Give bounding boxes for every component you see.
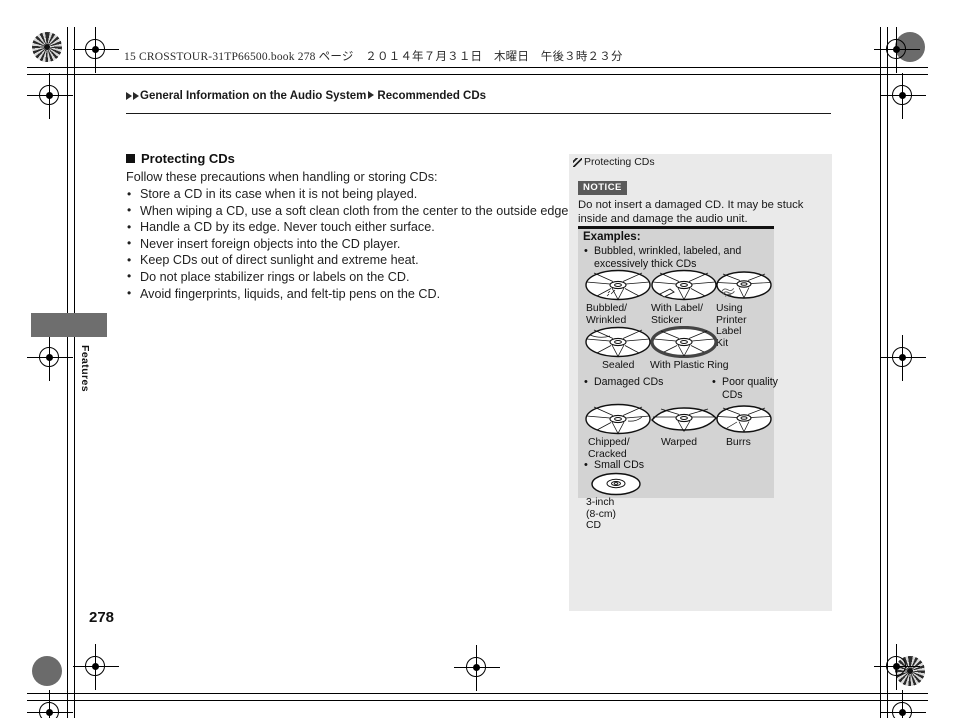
examples-group-label-small-cds: Small CDs: [583, 459, 644, 472]
registration-crosshair: [874, 644, 920, 690]
sidebar-title: Protecting CDs: [573, 156, 655, 168]
crop-mark: [74, 693, 880, 694]
list-item: When wiping a CD, use a soft clean cloth…: [126, 202, 596, 220]
crop-mark: [74, 74, 75, 700]
breadcrumb-arrow-icon: [126, 92, 132, 100]
registration-star-mark-top-left: [32, 32, 62, 62]
cd-illustration-bubbled: [585, 269, 651, 301]
breadcrumb-item-recommended-cds[interactable]: Recommended CDs: [377, 90, 486, 102]
list-item: Avoid fingerprints, liquids, and felt-ti…: [126, 285, 596, 303]
breadcrumb-arrow-icon: [133, 92, 139, 100]
cd-illustration-small-cd: [591, 472, 641, 496]
registration-crosshair: [73, 27, 119, 73]
precautions-list: Store a CD in its case when it is not be…: [126, 186, 596, 302]
breadcrumb-divider: [126, 113, 831, 114]
registration-crosshair: [874, 27, 920, 73]
caption-with-label-sticker: With Label/ Sticker: [651, 303, 703, 326]
caption-bubbled-wrinkled: Bubbled/ Wrinkled: [586, 303, 628, 326]
cd-illustration-printer-label-kit: [716, 271, 772, 299]
notice-block: NOTICE Do not insert a damaged CD. It ma…: [578, 177, 828, 227]
registration-crosshair: [880, 73, 926, 119]
list-item: Never insert foreign objects into the CD…: [126, 235, 596, 253]
caption-with-plastic-ring: With Plastic Ring: [650, 360, 729, 371]
cd-illustration-with-label: [651, 269, 717, 301]
crop-mark: [887, 67, 888, 707]
crop-mark: [74, 74, 880, 75]
caption-printer-label-kit: Using Printer Label Kit: [716, 303, 747, 349]
list-item: Store a CD in its case when it is not be…: [126, 186, 596, 203]
breadcrumb: General Information on the Audio System R…: [126, 90, 486, 102]
intro-text: Follow these precautions when handling o…: [126, 170, 438, 184]
manual-page: 15 CROSSTOUR-31TP66500.book 278 ページ ２０１４…: [0, 0, 954, 718]
crop-mark: [74, 686, 75, 718]
crop-mark: [880, 74, 881, 700]
caption-burrs: Burrs: [726, 437, 751, 448]
page-number: 278: [89, 609, 115, 626]
crop-mark: [67, 67, 887, 68]
notice-badge: NOTICE: [578, 181, 627, 195]
page-title: Protecting CDs: [126, 151, 235, 166]
examples-title: Examples:: [583, 231, 641, 243]
examples-group-label-poor-quality-cds: Poor quality CDs: [711, 375, 782, 401]
cd-illustration-sealed: [585, 326, 651, 358]
chapter-thumb-tab: [31, 313, 107, 337]
registration-crosshair: [880, 690, 926, 718]
examples-group-label-thick-cds: Bubbled, wrinkled, labeled, and excessiv…: [583, 244, 764, 270]
cd-illustration-plastic-ring: [650, 326, 718, 358]
crop-mark: [67, 700, 887, 701]
registration-crosshair: [27, 73, 73, 119]
caption-warped: Warped: [661, 437, 697, 448]
examples-group-label-damaged-cds: Damaged CDs: [583, 376, 663, 389]
registration-crosshair: [27, 690, 73, 718]
book-file-header: 15 CROSSTOUR-31TP66500.book 278 ページ ２０１４…: [124, 51, 623, 63]
page-title-text: Protecting CDs: [141, 151, 235, 166]
sidebar-title-text: Protecting CDs: [584, 156, 655, 168]
crop-mark: [67, 67, 68, 707]
caption-sealed: Sealed: [602, 360, 635, 371]
cd-illustration-chipped-cracked: [585, 403, 651, 435]
caption-small-cd: 3-inch (8-cm) CD: [586, 497, 617, 532]
registration-crosshair: [27, 335, 73, 381]
list-item: Keep CDs out of direct sunlight and extr…: [126, 252, 596, 269]
caption-chipped-cracked: Chipped/ Cracked: [588, 437, 630, 460]
examples-box: Examples: Bubbled, wrinkled, labeled, an…: [578, 226, 778, 531]
chapter-thumb-tab-label: Features: [79, 345, 91, 392]
list-item: Handle a CD by its edge. Never touch eit…: [126, 219, 596, 236]
cd-illustration-warped: [651, 407, 717, 432]
square-bullet-icon: [126, 154, 135, 163]
registration-crosshair: [880, 335, 926, 381]
cd-illustration-burrs: [716, 405, 772, 433]
registration-crosshair: [73, 644, 119, 690]
breadcrumb-arrow-icon: [368, 91, 375, 99]
breadcrumb-item-audio-system[interactable]: General Information on the Audio System: [140, 90, 366, 102]
notice-text: Do not insert a damaged CD. It may be st…: [578, 199, 804, 226]
registration-crosshair: [454, 645, 500, 691]
registration-dot-mark-bottom-left: [32, 656, 62, 686]
double-chevron-icon: [573, 158, 582, 167]
list-item: Do not place stabilizer rings or labels …: [126, 268, 596, 286]
